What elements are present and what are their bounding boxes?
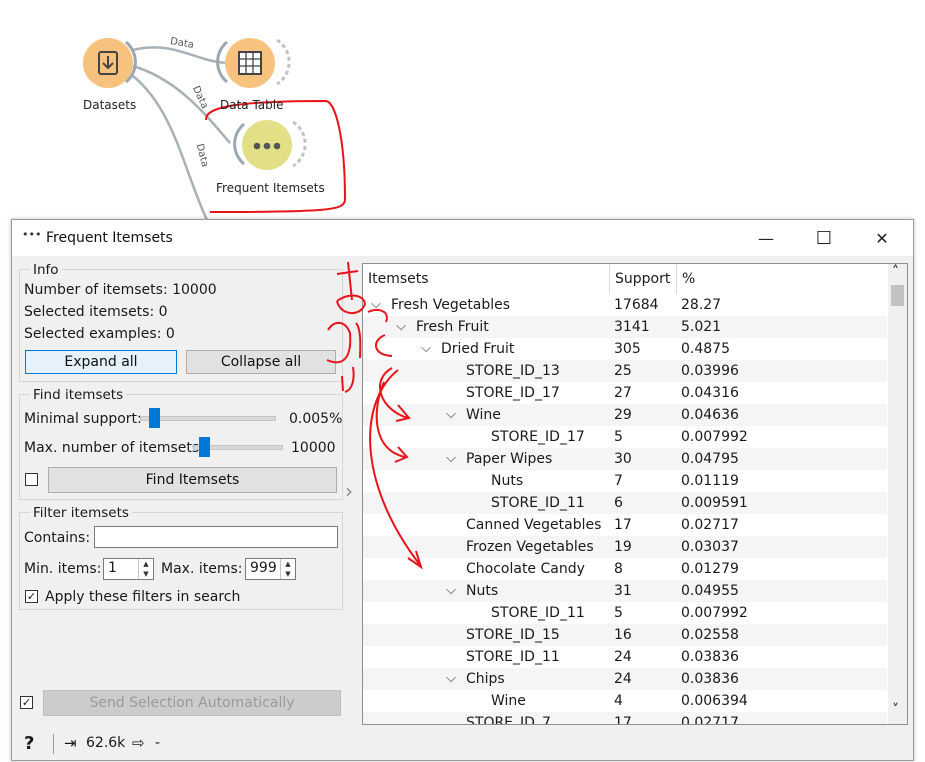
handwritten-annotations xyxy=(326,261,423,570)
